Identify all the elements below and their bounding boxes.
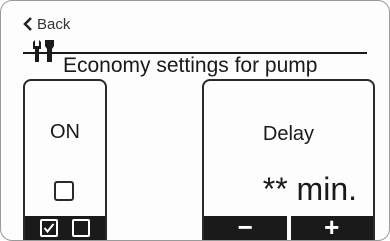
unchecked-toggle[interactable] <box>72 219 91 237</box>
checkmark-icon <box>43 223 54 234</box>
back-button[interactable]: Back <box>23 11 70 37</box>
on-off-panel: ON <box>23 79 107 240</box>
stepper-bar: − + <box>204 214 373 240</box>
delay-label: Delay <box>262 123 315 145</box>
delay-value: ** min. <box>262 171 357 207</box>
increase-button[interactable]: + <box>290 214 373 240</box>
chevron-left-icon <box>23 17 32 31</box>
checked-toggle[interactable] <box>39 219 58 237</box>
decrease-button[interactable]: − <box>204 214 287 240</box>
device-screen: Back Economy settings for pump ON Delay … <box>0 0 390 241</box>
wrench-screwdriver-icon <box>33 40 54 62</box>
on-checkbox[interactable] <box>54 181 74 201</box>
toggle-bar <box>25 216 105 240</box>
delay-panel: Delay ** min. − + <box>202 79 375 240</box>
on-state-label: ON <box>50 121 80 143</box>
page-title: Economy settings for pump <box>63 54 318 77</box>
back-label: Back <box>37 15 71 33</box>
